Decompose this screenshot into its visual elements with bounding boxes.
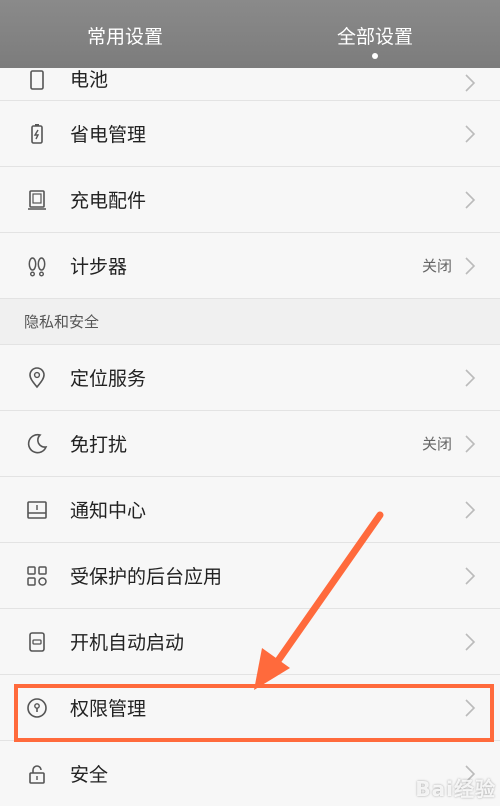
row-label: 计步器 (70, 256, 128, 278)
section-title: 隐私和安全 (24, 313, 100, 331)
tab-label: 全部设置 (336, 26, 413, 48)
row-label: 免打扰 (70, 434, 128, 456)
footprints-icon (24, 253, 50, 279)
row-battery[interactable]: 电池 (0, 68, 500, 101)
charger-icon (24, 187, 50, 213)
chevron-right-icon (464, 256, 482, 275)
row-notification-center[interactable]: 通知中心 (0, 477, 500, 543)
tab-label: 常用设置 (86, 26, 163, 48)
chevron-right-icon (464, 124, 482, 143)
row-permission-management[interactable]: 权限管理 (0, 675, 500, 741)
chevron-right-icon (464, 74, 482, 92)
row-label: 安全 (70, 764, 109, 786)
row-label: 通知中心 (70, 500, 147, 522)
row-status-value: 关闭 (421, 257, 452, 275)
row-label: 电池 (70, 69, 109, 91)
watermark: Bai经验 (415, 777, 496, 801)
row-protected-apps[interactable]: 受保护的后台应用 (0, 543, 500, 609)
keyhole-icon (24, 695, 50, 721)
chevron-right-icon (464, 566, 482, 585)
row-label: 充电配件 (70, 190, 147, 212)
power-toggle-icon (24, 629, 50, 655)
tab-all-settings[interactable]: 全部设置 (250, 0, 500, 68)
chevron-right-icon (464, 434, 482, 453)
row-label: 定位服务 (70, 368, 147, 390)
settings-list: 电池 省电管理 充电配件 计步器 关闭 隐私和安全 定位服务 免打扰 关闭 通知… (0, 68, 500, 806)
row-status-value: 关闭 (421, 435, 452, 453)
tab-common-settings[interactable]: 常用设置 (0, 0, 250, 68)
notification-icon (24, 497, 50, 523)
row-label: 受保护的后台应用 (70, 566, 223, 588)
battery-icon (24, 66, 50, 92)
chevron-right-icon (464, 500, 482, 519)
row-label: 开机自动启动 (70, 632, 185, 654)
active-tab-indicator (372, 53, 378, 59)
row-location-service[interactable]: 定位服务 (0, 345, 500, 411)
chevron-right-icon (464, 190, 482, 209)
chevron-right-icon (464, 632, 482, 651)
chevron-right-icon (464, 368, 482, 387)
row-label: 省电管理 (70, 124, 147, 146)
lock-icon (24, 761, 50, 787)
location-pin-icon (24, 365, 50, 391)
chevron-right-icon (464, 698, 482, 717)
apps-grid-icon (24, 563, 50, 589)
row-power-saving[interactable]: 省电管理 (0, 101, 500, 167)
power-saving-icon (24, 121, 50, 147)
row-autostart[interactable]: 开机自动启动 (0, 609, 500, 675)
row-label: 权限管理 (70, 698, 147, 720)
row-charging-accessory[interactable]: 充电配件 (0, 167, 500, 233)
moon-icon (24, 431, 50, 457)
row-do-not-disturb[interactable]: 免打扰 关闭 (0, 411, 500, 477)
row-pedometer[interactable]: 计步器 关闭 (0, 233, 500, 299)
section-header-privacy: 隐私和安全 (0, 299, 500, 345)
settings-tab-bar: 常用设置 全部设置 (0, 0, 500, 68)
